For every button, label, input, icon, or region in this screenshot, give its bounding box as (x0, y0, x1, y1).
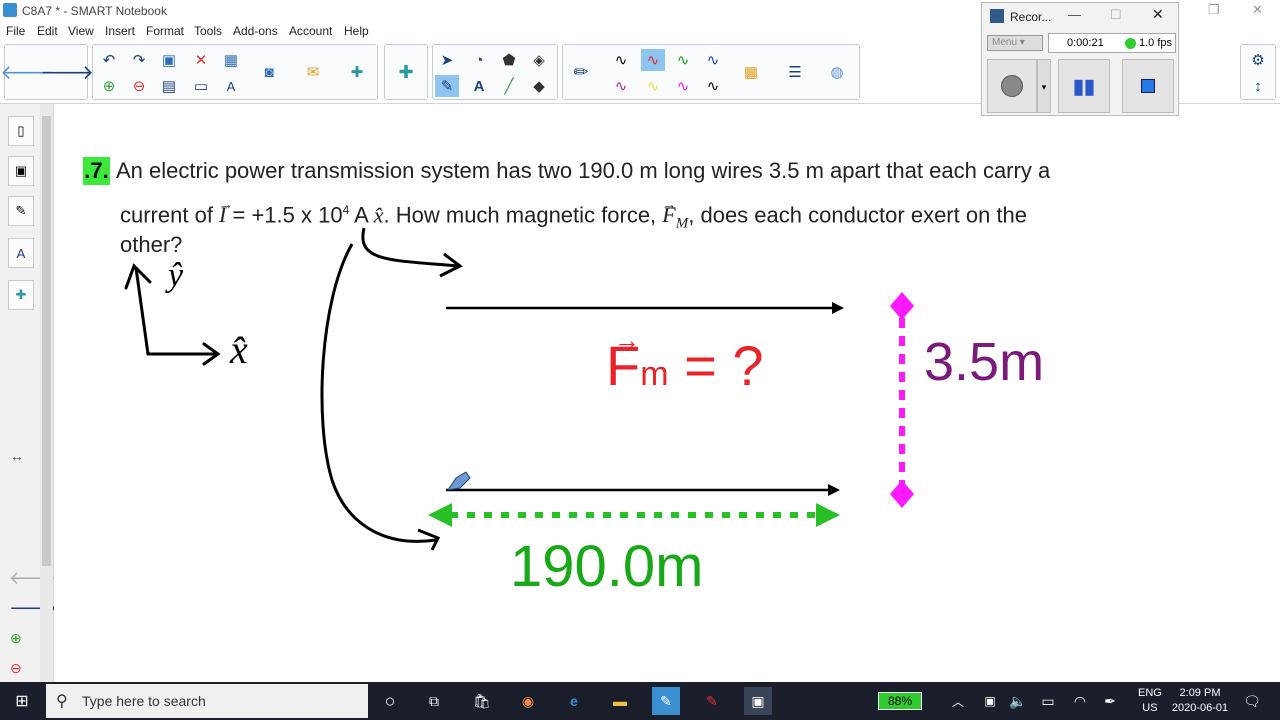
battery-icon[interactable]: ▭ (1034, 687, 1062, 715)
stop-icon (1141, 79, 1155, 93)
language-indicator[interactable]: ENG US (1138, 686, 1162, 716)
volume-icon[interactable]: 🔈 (1004, 687, 1032, 715)
recorder-close-icon[interactable]: ✕ (1152, 6, 1164, 23)
taskbar-search[interactable]: ⚲ Type here to search (46, 684, 368, 718)
menu-label: Menu (992, 37, 1018, 48)
record-options[interactable]: ▾ (1037, 59, 1051, 113)
wifi-icon[interactable]: ◠ (1066, 687, 1094, 715)
separation-arrow (890, 292, 914, 508)
x-axis-label: x̂ (230, 327, 248, 372)
windows-start-icon[interactable]: ⊞ (8, 687, 36, 715)
length-arrow (428, 503, 840, 527)
pen-cursor-icon (446, 471, 471, 491)
network-app-icon[interactable]: ▣ (976, 687, 1004, 715)
clock-time: 2:09 PM (1179, 687, 1221, 699)
recorder-icon (990, 9, 1004, 23)
stop-button[interactable] (1122, 59, 1174, 113)
clock-date: 2020-06-01 (1171, 702, 1229, 714)
notebook-taskbar-icon[interactable]: ✎ (652, 687, 680, 715)
y-axis-label: ŷ (168, 257, 184, 294)
force-annotation: F → m = ? (606, 325, 764, 406)
record-icon (1001, 75, 1023, 97)
spacing-label: 3.5m (924, 332, 1045, 392)
lang-code: ENG (1138, 687, 1162, 699)
status-dot-icon (1125, 38, 1136, 49)
elapsed-time: 0:00:21 (1067, 37, 1104, 49)
bracket-curve (320, 243, 437, 543)
recorder-title: Recor... (1010, 10, 1052, 24)
recorder-taskbar-icon[interactable]: ▣ (744, 687, 772, 715)
clock[interactable]: 2:09 PM 2020-06-01 (1170, 686, 1230, 716)
length-label: 190.0m (510, 534, 704, 599)
minimize-icon[interactable]: — (1068, 7, 1081, 22)
notebook-tools-icon[interactable]: ✎ (698, 687, 726, 715)
upper-wire-pointer (361, 227, 463, 278)
taskbar: ⊞ ⚲ Type here to search ○ ⧉ 🛍 ◉ e ▬ ✎ ✎ … (0, 682, 1280, 720)
recorder-status: 0:00:21 1.0 fps (1048, 33, 1176, 53)
pen-workspace-icon[interactable]: ✒ (1096, 687, 1124, 715)
file-explorer-icon[interactable]: ▬ (606, 687, 634, 715)
recorder-window: Recor... — ☐ ✕ Menu ▾ 0:00:21 1.0 fps ▾ … (981, 2, 1179, 116)
battery-indicator[interactable]: 88% (878, 692, 922, 710)
cortana-icon[interactable]: ○ (376, 687, 404, 715)
force-vector-ink: F → (606, 325, 640, 397)
search-placeholder: Type here to search (82, 693, 206, 709)
region-code: US (1142, 702, 1158, 714)
store-icon[interactable]: 🛍 (468, 687, 496, 715)
force-unknown: = ? (684, 334, 764, 397)
maximize-icon[interactable]: ☐ (1110, 7, 1122, 23)
search-icon: ⚲ (56, 693, 68, 710)
task-view-icon[interactable]: ⧉ (420, 687, 448, 715)
vector-arrow-icon: → (614, 325, 640, 355)
frame-rate: 1.0 fps (1139, 37, 1173, 49)
show-hidden-icon[interactable]: ︿ (944, 687, 972, 715)
notifications-icon[interactable]: 🗨 (1238, 687, 1266, 715)
upper-wire (446, 302, 844, 314)
record-button[interactable] (987, 59, 1037, 113)
recorder-menu[interactable]: Menu ▾ (987, 35, 1043, 51)
edge-icon[interactable]: e (560, 687, 588, 715)
chrome-icon[interactable]: ◉ (514, 687, 542, 715)
lower-wire (446, 484, 840, 496)
force-ink-subscript: m (640, 355, 669, 393)
pause-button[interactable]: ▮▮ (1058, 59, 1110, 113)
